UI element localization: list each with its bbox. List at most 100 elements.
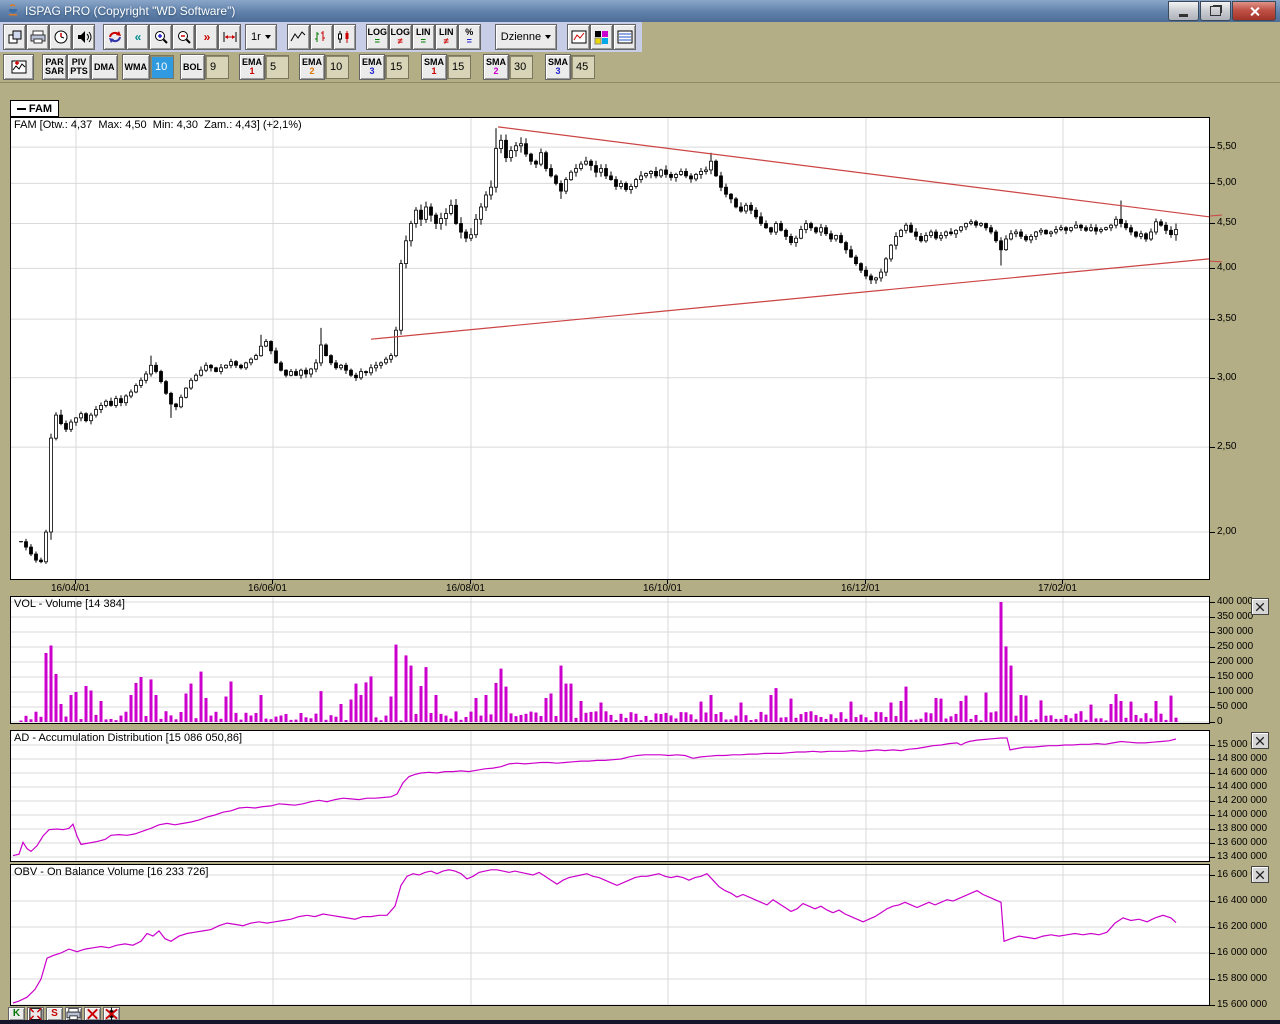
sma3-input[interactable]: 45: [571, 55, 596, 79]
save-icon: [8, 30, 21, 44]
bol-button[interactable]: BOL: [180, 54, 206, 80]
delete-candle-button[interactable]: [103, 1006, 120, 1021]
obv-canvas[interactable]: [11, 865, 1209, 1005]
close-icon: [1249, 6, 1260, 17]
obv-axis-tick: [1210, 953, 1215, 954]
ad-axis-tick: [1210, 759, 1215, 760]
sma1-button[interactable]: SMA 1: [421, 54, 448, 80]
scroll-left-button[interactable]: «: [126, 24, 149, 50]
volume-panel-close-button[interactable]: [1251, 598, 1269, 615]
y-axis-label: 3,00: [1217, 372, 1237, 383]
chart-settings-button[interactable]: [3, 54, 34, 80]
percent-button[interactable]: % =: [457, 24, 481, 50]
ema3-button[interactable]: EMA 3: [359, 54, 386, 80]
chevl-icon: «: [134, 30, 141, 44]
refresh-button[interactable]: [103, 24, 126, 50]
save-layout-button[interactable]: [3, 24, 26, 50]
k-button[interactable]: K: [8, 1006, 25, 1021]
print-icon: [30, 30, 45, 44]
ad-axis-tick: [1210, 787, 1215, 788]
scroll-right-button[interactable]: »: [195, 24, 218, 50]
colors-button[interactable]: [590, 24, 614, 50]
sma3-button[interactable]: SMA 3: [545, 54, 572, 80]
ad-canvas[interactable]: [11, 731, 1209, 861]
price-chart-panel[interactable]: FAM [Otw.: 4,37 Max: 4,50 Min: 4,30 Zam.…: [10, 117, 1210, 580]
refresh-icon: [108, 31, 121, 43]
zoom-in-button[interactable]: [149, 24, 172, 50]
maximize-button[interactable]: [1200, 1, 1231, 21]
obv-axis-tick: [1210, 875, 1215, 876]
data-table-button[interactable]: [613, 24, 637, 50]
period-dropdown[interactable]: Dzienne: [494, 24, 558, 50]
ad-panel[interactable]: AD - Accumulation Distribution [15 086 0…: [10, 730, 1210, 862]
minimize-button[interactable]: [1168, 1, 1199, 21]
obv-axis-tick: [1210, 927, 1215, 928]
y-axis-tick: [1210, 532, 1215, 533]
ad-axis-tick: [1210, 745, 1215, 746]
ema1-button[interactable]: EMA 1: [239, 54, 266, 80]
obv-panel-close-button[interactable]: [1251, 866, 1269, 883]
print-small-button[interactable]: [65, 1006, 82, 1021]
obv-panel[interactable]: OBV - On Balance Volume [16 233 726]: [10, 864, 1210, 1006]
y-axis-label: 2,50: [1217, 441, 1237, 452]
sma1-input[interactable]: 15: [447, 55, 472, 79]
chevron-down-icon: [545, 35, 552, 39]
lin-notequal-button[interactable]: LIN ≠: [434, 24, 458, 50]
clock-icon: [54, 30, 67, 44]
clock-button[interactable]: [49, 24, 72, 50]
zoom-out-button[interactable]: [172, 24, 195, 50]
s-button[interactable]: S: [46, 1006, 63, 1021]
ema2-input[interactable]: 10: [325, 55, 350, 79]
volume-axis-label: 50 000: [1217, 701, 1248, 712]
volume-canvas[interactable]: [11, 597, 1209, 723]
bol-input[interactable]: 9: [205, 55, 230, 79]
volume-axis-tick: [1210, 662, 1215, 663]
lin-equal-button[interactable]: LIN =: [411, 24, 435, 50]
price-chart-canvas[interactable]: [11, 118, 1209, 579]
fit-width-button[interactable]: [218, 24, 241, 50]
wma-input[interactable]: 10: [150, 55, 175, 79]
volume-axis-label: 100 000: [1217, 686, 1254, 697]
volume-axis-label: 350 000: [1217, 611, 1254, 622]
obv-axis-label: 16 400 000: [1217, 895, 1268, 906]
ad-panel-close-button[interactable]: [1251, 732, 1269, 749]
volume-header: VOL - Volume [14 384]: [14, 598, 125, 610]
ema2-button[interactable]: EMA 2: [299, 54, 326, 80]
wma-button[interactable]: WMA: [121, 54, 151, 80]
log-notequal-button[interactable]: LOG ≠: [388, 24, 412, 50]
y-axis-label: 4,50: [1217, 217, 1237, 228]
log-equal-button[interactable]: LOG =: [365, 24, 389, 50]
ema3-input[interactable]: 15: [385, 55, 410, 79]
y-axis-label: 5,50: [1217, 141, 1237, 152]
bar-chart-button[interactable]: [309, 24, 333, 50]
volume-axis-label: 400 000: [1217, 596, 1254, 607]
chartset-icon: [11, 60, 26, 74]
x-axis-date-label: 16/08/01: [446, 583, 485, 594]
volume-axis-tick: [1210, 632, 1215, 633]
indicator-toolbar: PAR SAR PIV PTS DMA WMA 10 BOL 9 EMA 1 5 EMA 2 10 EMA 3 1…: [0, 52, 1280, 83]
obv-axis-tick: [1210, 901, 1215, 902]
pivpts-button[interactable]: PIV PTS: [67, 54, 92, 80]
crosshair-button[interactable]: [27, 1006, 44, 1021]
close-button[interactable]: [1232, 1, 1276, 21]
volume-axis-tick: [1210, 677, 1215, 678]
volume-panel[interactable]: VOL - Volume [14 384]: [10, 596, 1210, 724]
parsar-button[interactable]: PAR SAR: [42, 54, 68, 80]
sma2-input[interactable]: 30: [509, 55, 534, 79]
dma-button[interactable]: DMA: [91, 54, 118, 80]
svg-text:«: «: [134, 30, 141, 44]
sound-button[interactable]: [72, 24, 95, 50]
sma2-button[interactable]: SMA 2: [483, 54, 510, 80]
indicator-window-button[interactable]: [567, 24, 591, 50]
zoomin-icon: [154, 31, 168, 44]
ema1-input[interactable]: 5: [265, 55, 290, 79]
svg-text:»: »: [203, 30, 210, 44]
line-chart-button[interactable]: [286, 24, 310, 50]
legend-tab[interactable]: FAM: [10, 100, 59, 117]
obv-axis-label: 16 000 000: [1217, 947, 1268, 958]
candle-chart-button[interactable]: [332, 24, 356, 50]
range-dropdown[interactable]: 1r: [245, 24, 277, 50]
y-axis-label: 5,00: [1217, 177, 1237, 188]
print-button[interactable]: [26, 24, 49, 50]
delete-x-button[interactable]: [84, 1006, 101, 1021]
